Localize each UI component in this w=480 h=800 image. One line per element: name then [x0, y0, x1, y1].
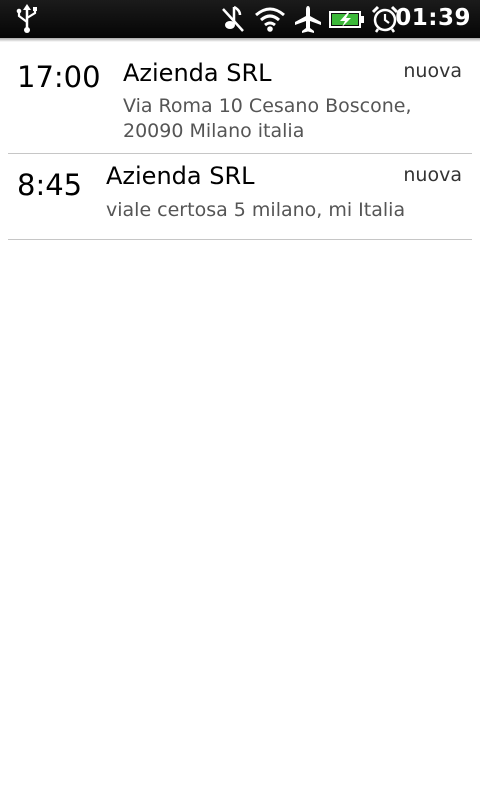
silent-mode-icon — [220, 4, 246, 34]
list-item[interactable]: 17:00 Azienda SRL Via Roma 10 Cesano Bos… — [8, 48, 472, 154]
list-item[interactable]: 8:45 Azienda SRL viale certosa 5 milano,… — [8, 154, 472, 240]
appointment-time: 8:45 — [17, 168, 83, 202]
company-name: Azienda SRL — [106, 162, 255, 190]
battery-charging-icon — [328, 4, 366, 34]
airplane-mode-icon — [293, 4, 323, 34]
appointment-time: 17:00 — [17, 60, 101, 94]
status-bar: 01:39 — [0, 0, 480, 42]
appointment-list: 17:00 Azienda SRL Via Roma 10 Cesano Bos… — [0, 48, 480, 240]
status-label: nuova — [403, 60, 462, 82]
wifi-icon — [254, 4, 286, 34]
address: viale certosa 5 milano, mi Italia — [106, 199, 406, 221]
address: Via Roma 10 Cesano Boscone, 20090 Milano… — [123, 95, 412, 142]
status-label: nuova — [403, 164, 462, 186]
usb-icon — [14, 4, 40, 34]
company-name: Azienda SRL — [123, 59, 272, 87]
clock: 01:39 — [395, 5, 471, 31]
